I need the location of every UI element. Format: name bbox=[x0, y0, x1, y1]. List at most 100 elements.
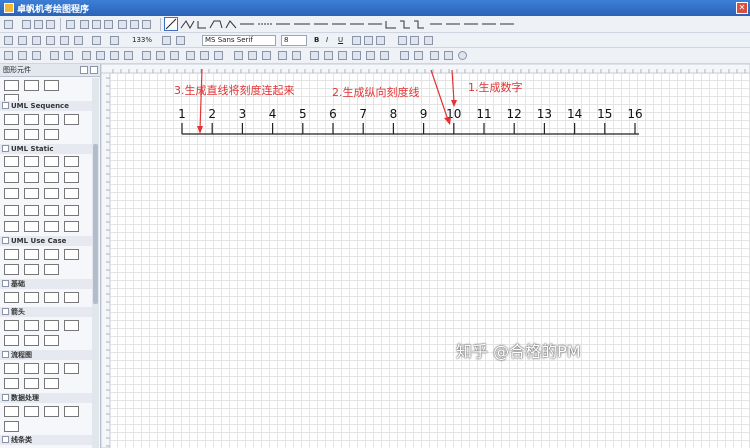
shape-item[interactable] bbox=[64, 172, 79, 183]
close-button[interactable]: ✕ bbox=[736, 2, 748, 14]
shape-item[interactable] bbox=[24, 292, 39, 303]
line-start-icon[interactable] bbox=[234, 51, 243, 60]
shape-item[interactable] bbox=[24, 129, 39, 140]
panel-scrollbar-thumb[interactable] bbox=[93, 144, 98, 304]
group-icon[interactable] bbox=[130, 20, 139, 29]
shape-item[interactable] bbox=[24, 221, 39, 232]
save-icon[interactable] bbox=[4, 20, 13, 29]
shape-item[interactable] bbox=[44, 292, 59, 303]
zoom-out-icon[interactable] bbox=[92, 20, 101, 29]
shape-item[interactable] bbox=[24, 320, 39, 331]
shape-item[interactable] bbox=[4, 188, 19, 199]
arrow-up-icon[interactable] bbox=[352, 51, 361, 60]
collapse-toggle-icon[interactable] bbox=[2, 102, 9, 109]
shape-item[interactable] bbox=[24, 205, 39, 216]
arrow-down-icon[interactable] bbox=[366, 51, 375, 60]
lock-icon[interactable] bbox=[200, 51, 209, 60]
shape-item[interactable] bbox=[24, 249, 39, 260]
font-color-icon[interactable] bbox=[176, 36, 185, 45]
palette-icon[interactable] bbox=[110, 36, 119, 45]
section-uml-use-case[interactable]: UML Use Case bbox=[0, 236, 92, 246]
align-bottom-icon[interactable] bbox=[32, 51, 41, 60]
panel-close-button[interactable] bbox=[90, 66, 98, 74]
align-left-icon[interactable] bbox=[352, 36, 361, 45]
connector-tools[interactable] bbox=[164, 17, 524, 31]
shape-item[interactable] bbox=[64, 114, 79, 125]
distribute-icon[interactable] bbox=[50, 51, 59, 60]
shape-item[interactable] bbox=[4, 205, 19, 216]
shape-item[interactable] bbox=[64, 406, 79, 417]
polyline-icon[interactable] bbox=[414, 51, 423, 60]
drawing-canvas[interactable]: 1 2 3 4 5 6 7 8 9 10 11 12 13 14 15 16 3.生成直线将刻度连起来 2.生… bbox=[101, 64, 750, 448]
collapse-toggle-icon[interactable] bbox=[2, 394, 9, 401]
help-icon[interactable] bbox=[458, 51, 467, 60]
shape-item[interactable] bbox=[24, 363, 39, 374]
shape-item[interactable] bbox=[24, 156, 39, 167]
align-right-icon[interactable] bbox=[376, 36, 385, 45]
ungroup-icon[interactable] bbox=[142, 20, 151, 29]
section-flowchart[interactable]: 流程图 bbox=[0, 350, 92, 360]
shape-item[interactable] bbox=[4, 292, 19, 303]
arrow-both-icon[interactable] bbox=[338, 51, 347, 60]
size-icon[interactable] bbox=[124, 51, 133, 60]
zoom-in-icon[interactable] bbox=[80, 20, 89, 29]
paste-icon[interactable] bbox=[46, 20, 55, 29]
shape-item[interactable] bbox=[24, 188, 39, 199]
align-center-icon[interactable] bbox=[364, 36, 373, 45]
section-uml-static[interactable]: UML Static bbox=[0, 144, 92, 154]
section-arrows[interactable]: 箭头 bbox=[0, 307, 92, 317]
shape-item[interactable] bbox=[4, 249, 19, 260]
scale-ticks[interactable] bbox=[181, 123, 636, 134]
line-end-icon[interactable] bbox=[248, 51, 257, 60]
cut-icon[interactable] bbox=[22, 20, 31, 29]
shape-item[interactable] bbox=[4, 378, 19, 389]
shape-item[interactable] bbox=[44, 320, 59, 331]
shape-item[interactable] bbox=[4, 221, 19, 232]
font-size-select[interactable]: 8 bbox=[281, 35, 307, 46]
arrow-diag-icon[interactable] bbox=[380, 51, 389, 60]
grid-icon[interactable] bbox=[430, 51, 439, 60]
line-weight-icon[interactable] bbox=[162, 36, 171, 45]
line-color-icon[interactable] bbox=[92, 36, 101, 45]
shape-item[interactable] bbox=[64, 249, 79, 260]
copy-icon[interactable] bbox=[34, 20, 43, 29]
shape-item[interactable] bbox=[44, 188, 59, 199]
center-icon[interactable] bbox=[156, 51, 165, 60]
shape-item[interactable] bbox=[44, 249, 59, 260]
align-icon[interactable] bbox=[118, 20, 127, 29]
shape-item[interactable] bbox=[44, 80, 59, 91]
frame-icon[interactable] bbox=[398, 36, 407, 45]
page-icon[interactable] bbox=[66, 20, 75, 29]
section-basic[interactable]: 基础 bbox=[0, 279, 92, 289]
fill-bucket-icon[interactable] bbox=[4, 36, 13, 45]
shape-item[interactable] bbox=[44, 156, 59, 167]
shape-item[interactable] bbox=[64, 205, 79, 216]
shape-item[interactable] bbox=[44, 114, 59, 125]
shape-item[interactable] bbox=[24, 335, 39, 346]
shape-item[interactable] bbox=[24, 378, 39, 389]
bring-front-icon[interactable] bbox=[96, 51, 105, 60]
collapse-toggle-icon[interactable] bbox=[2, 308, 9, 315]
spacing-icon[interactable] bbox=[142, 51, 151, 60]
shape-item[interactable] bbox=[4, 264, 19, 275]
shape-item[interactable] bbox=[44, 363, 59, 374]
shape-item[interactable] bbox=[4, 406, 19, 417]
collapse-toggle-icon[interactable] bbox=[2, 436, 9, 443]
shape-item[interactable] bbox=[4, 129, 19, 140]
bold-button[interactable]: B bbox=[314, 36, 319, 44]
arrow-icon[interactable] bbox=[186, 51, 195, 60]
shape-item[interactable] bbox=[44, 378, 59, 389]
shape-item[interactable] bbox=[4, 156, 19, 167]
pen-icon[interactable] bbox=[74, 36, 83, 45]
shape-item[interactable] bbox=[4, 335, 19, 346]
frame-3-icon[interactable] bbox=[424, 36, 433, 45]
shape-item[interactable] bbox=[4, 421, 19, 432]
picture-icon[interactable] bbox=[46, 36, 55, 45]
shape-item[interactable] bbox=[24, 406, 39, 417]
section-uml-sequence[interactable]: UML Sequence bbox=[0, 101, 92, 111]
line-dash-icon[interactable] bbox=[278, 51, 287, 60]
unlock-icon[interactable] bbox=[214, 51, 223, 60]
shape-item[interactable] bbox=[64, 221, 79, 232]
underline-button[interactable]: U bbox=[338, 36, 343, 44]
shape-item[interactable] bbox=[4, 80, 19, 91]
